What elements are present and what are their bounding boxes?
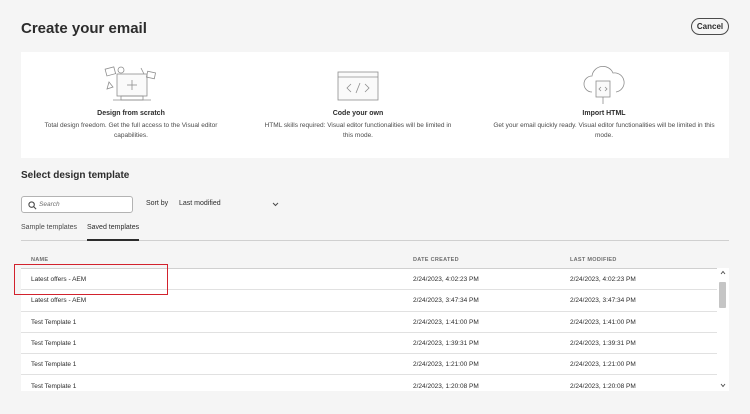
column-header-last-modified[interactable]: LAST MODIFIED bbox=[570, 257, 617, 263]
section-title: Select design template bbox=[21, 170, 130, 181]
table-scrollbar[interactable] bbox=[717, 268, 729, 391]
cancel-button[interactable]: Cancel bbox=[691, 18, 729, 35]
search-icon bbox=[28, 200, 37, 209]
table-row[interactable]: Test Template 1 2/24/2023, 1:21:00 PM 2/… bbox=[21, 354, 718, 376]
card-title: Design from scratch bbox=[97, 110, 165, 117]
page-title: Create your email bbox=[21, 20, 147, 37]
table-row[interactable]: Test Template 1 2/24/2023, 1:20:08 PM 2/… bbox=[21, 375, 718, 391]
design-from-scratch-card[interactable]: Design from scratch Total design freedom… bbox=[21, 52, 241, 158]
cell-name: Test Template 1 bbox=[31, 382, 77, 390]
table-row[interactable]: Test Template 1 2/24/2023, 1:39:31 PM 2/… bbox=[21, 332, 718, 355]
cell-date-created: 2/24/2023, 3:47:34 PM bbox=[413, 297, 479, 305]
column-header-date-created[interactable]: DATE CREATED bbox=[413, 257, 459, 263]
import-html-card[interactable]: Import HTML Get your email quickly ready… bbox=[491, 52, 717, 158]
cell-date-created: 2/24/2023, 4:02:23 PM bbox=[413, 276, 479, 283]
cell-name: Test Template 1 bbox=[31, 318, 77, 326]
chevron-up-icon[interactable] bbox=[720, 270, 726, 275]
cell-last-modified: 2/24/2023, 4:02:23 PM bbox=[570, 276, 636, 283]
cell-last-modified: 2/24/2023, 1:20:08 PM bbox=[570, 382, 636, 390]
cell-date-created: 2/24/2023, 1:20:08 PM bbox=[413, 382, 479, 390]
template-tabs: Sample templates Saved templates bbox=[21, 220, 729, 241]
card-description: Get your email quickly ready. Visual edi… bbox=[493, 122, 715, 139]
cell-date-created: 2/24/2023, 1:39:31 PM bbox=[413, 339, 479, 347]
chevron-down-icon bbox=[272, 202, 279, 207]
chevron-down-icon[interactable] bbox=[720, 383, 726, 388]
cell-name: Test Template 1 bbox=[31, 339, 77, 347]
cloud-upload-icon bbox=[583, 66, 625, 104]
card-description: HTML skills required: Visual editor func… bbox=[264, 122, 452, 139]
code-your-own-card[interactable]: Code your own HTML skills required: Visu… bbox=[255, 52, 461, 158]
table-row[interactable]: Test Template 1 2/24/2023, 1:41:00 PM 2/… bbox=[21, 311, 718, 333]
design-illustration-icon bbox=[104, 66, 157, 101]
tab-saved-templates[interactable]: Saved templates bbox=[87, 224, 140, 241]
creation-options: Design from scratch Total design freedom… bbox=[21, 52, 729, 158]
sort-dropdown[interactable]: Last modified bbox=[176, 196, 281, 213]
highlight-annotation bbox=[14, 264, 168, 295]
cell-last-modified: 2/24/2023, 3:47:34 PM bbox=[570, 297, 636, 305]
card-title: Import HTML bbox=[582, 110, 626, 117]
sort-label: Sort by bbox=[146, 200, 169, 207]
cell-name: Latest offers - AEM bbox=[31, 297, 87, 305]
search-input[interactable] bbox=[39, 198, 129, 211]
cell-name: Test Template 1 bbox=[31, 361, 77, 369]
cell-last-modified: 2/24/2023, 1:21:00 PM bbox=[570, 361, 636, 369]
tab-sample-templates[interactable]: Sample templates bbox=[21, 224, 77, 241]
card-description: Total design freedom. Get the full acces… bbox=[44, 122, 218, 139]
sort-value: Last modified bbox=[179, 200, 221, 207]
scrollbar-thumb[interactable] bbox=[719, 282, 726, 308]
cell-date-created: 2/24/2023, 1:21:00 PM bbox=[413, 361, 479, 369]
cell-date-created: 2/24/2023, 1:41:00 PM bbox=[413, 318, 479, 326]
card-title: Code your own bbox=[332, 110, 384, 117]
search-field[interactable] bbox=[21, 196, 133, 213]
column-header-name[interactable]: NAME bbox=[31, 257, 48, 263]
cell-last-modified: 2/24/2023, 1:39:31 PM bbox=[570, 339, 636, 347]
cell-last-modified: 2/24/2023, 1:41:00 PM bbox=[570, 318, 636, 326]
code-illustration-icon bbox=[337, 71, 379, 101]
